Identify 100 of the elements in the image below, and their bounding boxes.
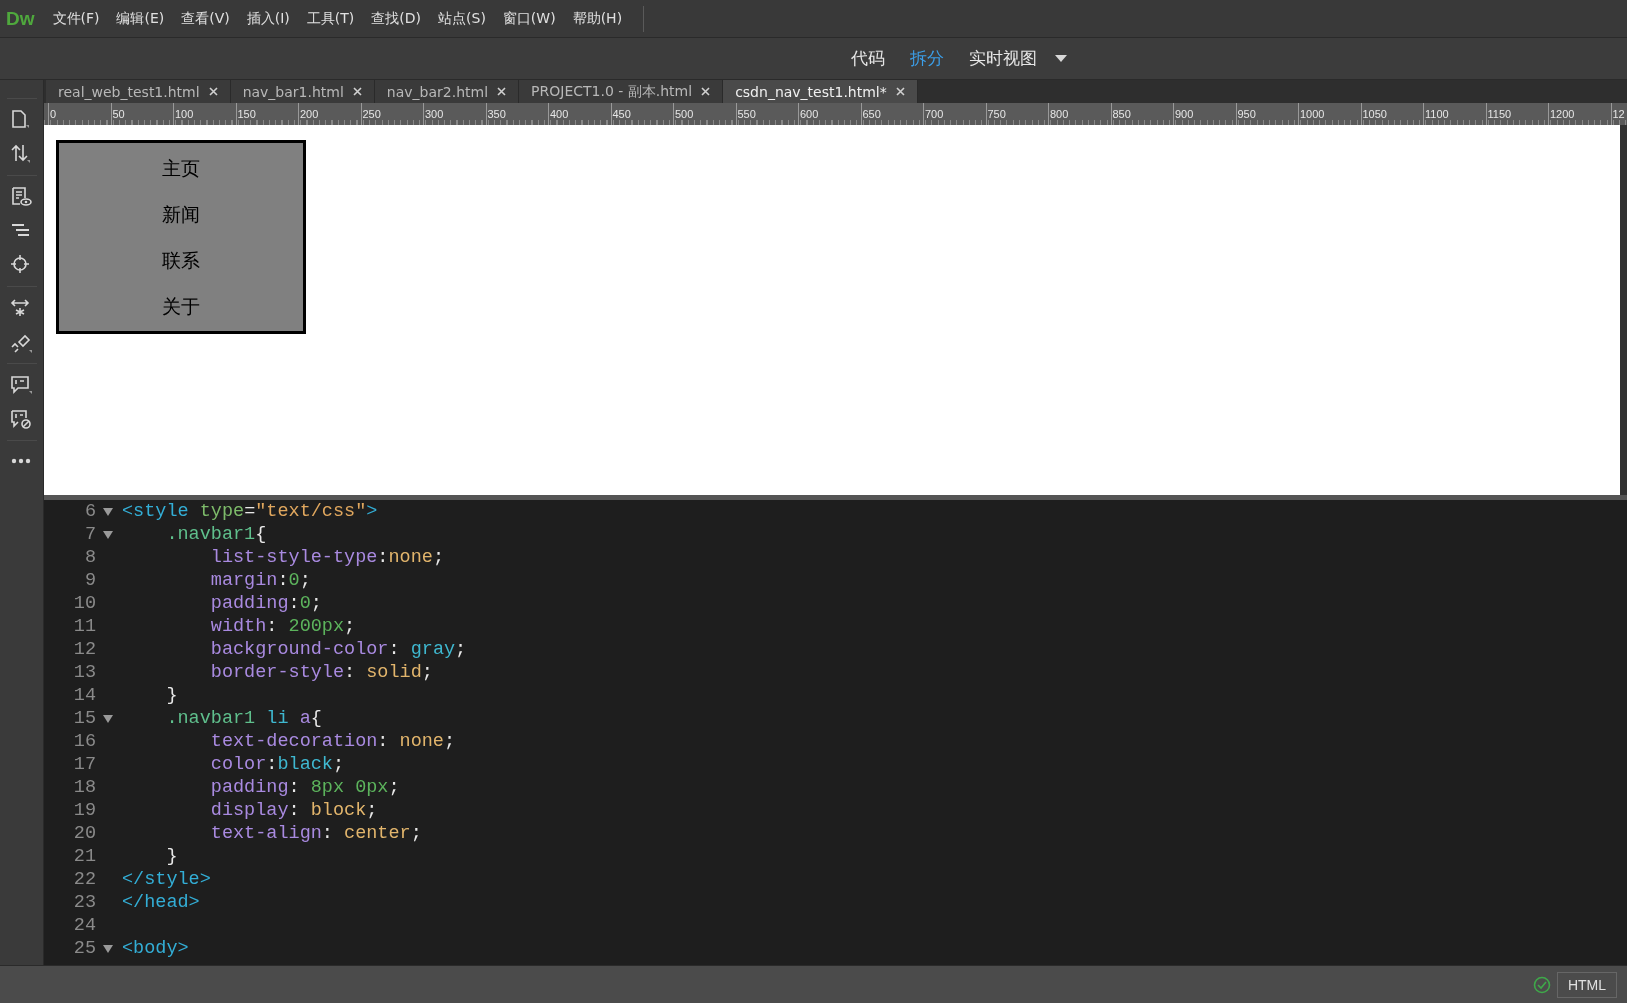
document-tab[interactable]: nav_bar1.html [230,80,375,103]
code-line: <style type="text/css"> [122,501,378,522]
code-line: color:black; [209,754,345,775]
ruler-label: 450 [611,108,631,120]
menu-item[interactable]: 查找(D) [371,9,422,28]
document-tab[interactable]: nav_bar2.html [374,80,520,103]
line-number: 8 [83,547,96,568]
ruler-label: 600 [799,108,819,120]
line-number: 16 [72,731,96,752]
ruler-label: 150 [236,108,256,120]
tab-label[interactable]: csdn_nav_test1.html* [735,83,887,100]
nav-link[interactable]: 关于 [59,283,303,329]
ruler-label: 12 [1611,108,1625,120]
ruler-label: 900 [1174,108,1194,120]
comment-icon[interactable] [10,373,33,397]
ruler-label: 700 [924,108,944,120]
code-line: text-align: center; [209,823,422,844]
fold-arrow-icon[interactable] [103,714,113,723]
document-type-label[interactable]: HTML [1556,972,1617,998]
menu-item[interactable]: 窗口(W) [502,9,556,28]
ruler-label: 950 [1236,108,1256,120]
tab-label[interactable]: real_web_test1.html [58,83,200,100]
close-icon[interactable] [208,87,218,96]
line-number: 6 [83,501,96,522]
line-number: 23 [72,892,96,913]
menu-item[interactable]: 站点(S) [438,9,486,28]
menu-item[interactable]: 帮助(H) [572,9,623,28]
line-number: 21 [72,846,96,867]
code-line: .navbar1 li a{ [165,708,322,729]
line-number: 22 [72,869,96,890]
nav-link[interactable]: 主页 [59,145,303,191]
line-number: 24 [72,915,96,936]
ruler-label: 800 [1049,108,1069,120]
code-line: width: 200px; [209,616,356,637]
ruler-label: 250 [361,108,381,120]
code-line: } [165,846,178,867]
nav-link[interactable]: 新闻 [59,191,303,237]
view-tab[interactable]: 拆分 [910,47,944,70]
ruler-label: 1000 [1299,108,1325,120]
code-line: .navbar1{ [165,524,267,545]
code-line: margin:0; [209,570,311,591]
code-line: } [165,685,178,706]
menu-item[interactable]: 工具(T) [306,9,355,28]
ruler-label: 650 [861,108,881,120]
ruler-label: 500 [674,108,694,120]
ruler-label: 550 [736,108,756,120]
line-number: 12 [72,639,96,660]
ruler-label: 750 [986,108,1006,120]
dropdown-caret-icon[interactable] [1055,54,1067,63]
line-number: 25 [72,938,96,959]
code-line: padding: 8px 0px; [209,777,400,798]
ruler-label: 850 [1111,108,1131,120]
code-line: padding:0; [209,593,322,614]
tab-label[interactable]: nav_bar2.html [386,83,489,100]
close-icon[interactable] [701,87,711,96]
menu-item[interactable]: 编辑(E) [116,9,165,28]
ruler-label: 1100 [1424,108,1449,120]
nav-link[interactable]: 联系 [59,237,303,283]
close-icon[interactable] [895,87,905,96]
code-line: </head> [122,892,200,913]
line-number: 18 [72,777,96,798]
document-eye-icon[interactable] [10,185,33,209]
view-tab[interactable]: 代码 [851,47,885,70]
document-tab[interactable]: real_web_test1.html [46,80,231,103]
code-line: </style> [122,869,211,890]
line-number: 10 [72,593,96,614]
code-line: list-style-type:none; [209,547,444,568]
ruler-label: 350 [486,108,506,120]
ruler-label: 1050 [1361,108,1387,120]
fold-arrow-icon[interactable] [103,944,113,953]
line-number: 11 [72,616,96,637]
line-number: 17 [72,754,96,775]
code-line: border-style: solid; [209,662,433,683]
tab-label[interactable]: nav_bar1.html [242,83,344,100]
ruler-label: 400 [549,108,569,120]
ruler-label: 300 [424,108,444,120]
menu-item[interactable]: 文件(F) [52,9,100,28]
menu-item[interactable]: 插入(I) [246,9,290,28]
line-number: 15 [72,708,96,729]
tab-label[interactable]: PROJECT1.0 - 副本.html [531,82,693,101]
ruler-label: 200 [299,108,319,120]
line-number: 7 [83,524,96,545]
close-icon[interactable] [352,87,362,96]
menu-item[interactable]: 查看(V) [181,9,230,28]
document-tab[interactable]: PROJECT1.0 - 副本.html [519,80,724,103]
fold-arrow-icon[interactable] [103,530,113,539]
code-line: text-decoration: none; [209,731,456,752]
line-number: 20 [72,823,96,844]
comment-blocked-icon[interactable] [10,407,33,431]
close-icon[interactable] [497,87,507,96]
ruler-label: 1150 [1486,108,1512,120]
ruler-label: 100 [174,108,194,120]
app-logo: Dw [6,7,35,30]
ruler-label: 50 [111,108,125,120]
fold-arrow-icon[interactable] [103,507,113,516]
line-number: 9 [83,570,96,591]
view-tab[interactable]: 实时视图 [969,47,1037,70]
document-tab[interactable]: csdn_nav_test1.html* [723,80,918,103]
ruler-label: 1200 [1549,108,1575,120]
check-circle-icon[interactable] [1532,976,1551,994]
